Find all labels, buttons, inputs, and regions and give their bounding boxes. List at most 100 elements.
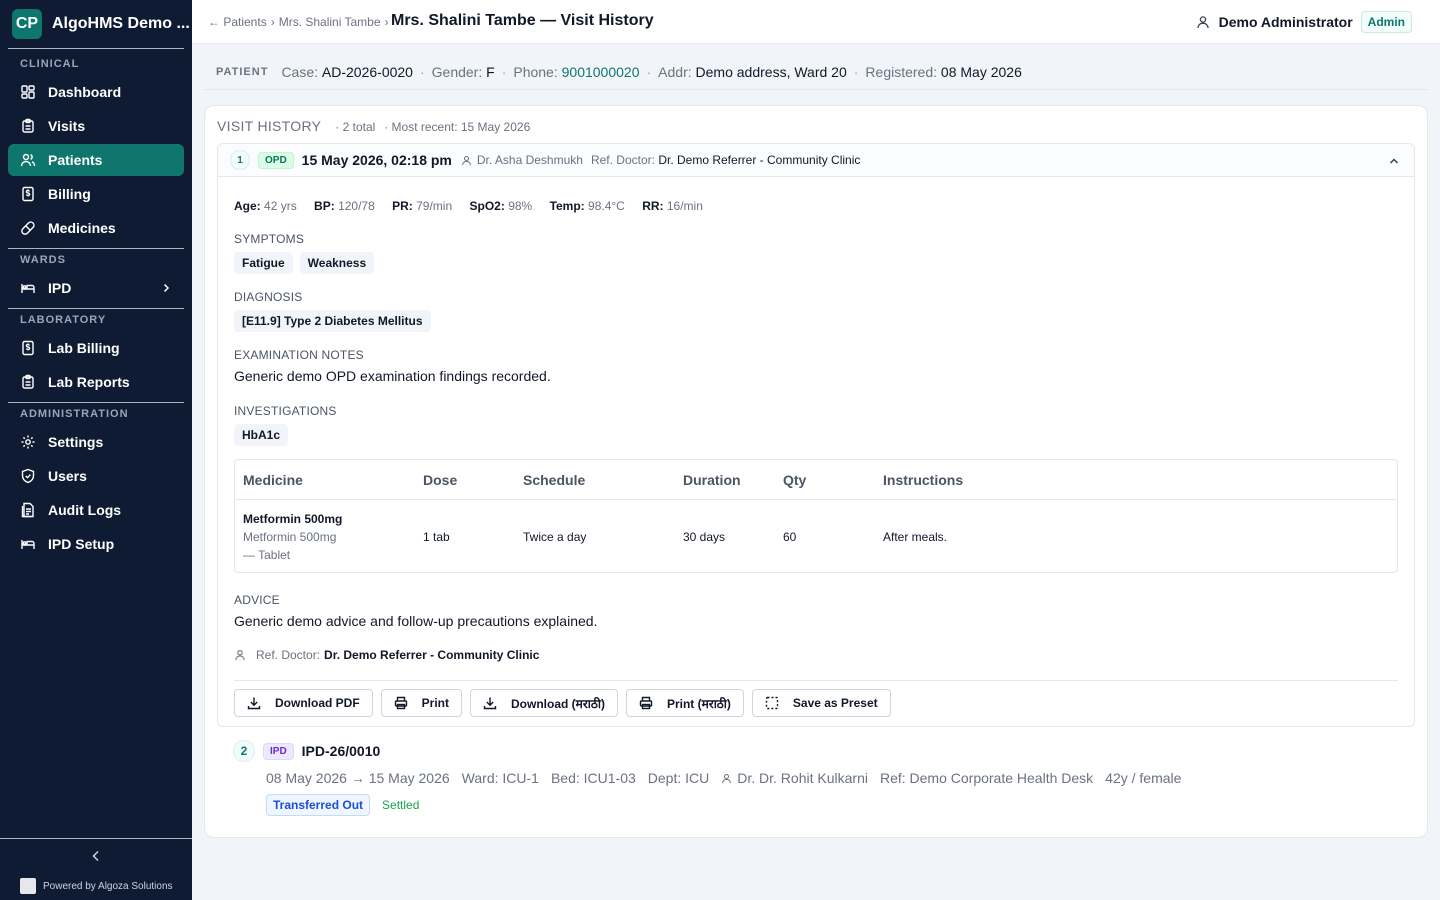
- sidebar-item-label: Dashboard: [48, 84, 122, 100]
- gear-icon: [21, 435, 35, 449]
- button-label: Download (मराठी): [511, 696, 605, 711]
- breadcrumb-back-link[interactable]: ← Patients: [208, 15, 267, 29]
- medicine-name: Metformin 500mg: [243, 512, 343, 526]
- medicine-schedule: Twice a day: [523, 530, 587, 544]
- receipt-icon: [22, 340, 34, 356]
- sidebar-item-billing[interactable]: Billing: [8, 178, 184, 210]
- advice-text: Generic demo advice and follow-up precau…: [234, 613, 598, 629]
- visit-index-badge: 2: [233, 740, 255, 762]
- col-schedule: Schedule: [523, 472, 586, 488]
- receipt-icon: [22, 186, 34, 202]
- user-icon: [235, 650, 245, 661]
- col-duration: Duration: [683, 472, 741, 488]
- top-header: ← Patients › Mrs. Shalini Tambe › Mrs. S…: [192, 0, 1440, 44]
- vital-temp-label: Temp:: [549, 199, 585, 213]
- vital-pr-label: PR:: [392, 199, 413, 213]
- ipd-bed: Bed: ICU1-03: [550, 770, 636, 786]
- sidebar-divider: [8, 308, 184, 309]
- chevron-right-icon: [163, 283, 170, 293]
- vital-bp-value: 120/78: [338, 199, 375, 213]
- sidebar-item-dashboard[interactable]: Dashboard: [8, 76, 184, 108]
- diagnosis-label: DIAGNOSIS: [234, 290, 303, 304]
- collapse-sidebar-icon[interactable]: [88, 848, 104, 864]
- clipboard-icon: [22, 118, 34, 133]
- visit-card-ipd[interactable]: 2 IPD IPD-26/0010 08 May 2026 → 15 May 2…: [233, 740, 1413, 820]
- download-marathi-button[interactable]: Download (मराठी): [470, 689, 618, 717]
- sidebar-divider: [8, 248, 184, 249]
- phone-link[interactable]: 9001000020: [562, 64, 640, 80]
- breadcrumb-separator: ›: [270, 15, 275, 29]
- gender-value: F: [486, 63, 495, 80]
- brand[interactable]: CP AlgoHMS Demo ...: [12, 9, 190, 39]
- sidebar-item-label: Settings: [48, 434, 104, 450]
- chevron-up-icon[interactable]: [1388, 155, 1400, 167]
- billing-status: Settled: [382, 798, 420, 812]
- brand-logo: CP: [12, 9, 42, 39]
- role-badge: Admin: [1360, 11, 1412, 33]
- ipd-ward: Ward: ICU-1: [461, 770, 539, 786]
- sidebar-item-patients[interactable]: Patients: [8, 144, 184, 176]
- status-badge: Transferred Out: [266, 794, 371, 816]
- visit-index-badge: 1: [230, 150, 250, 170]
- powered-by-text: Powered by Algoza Solutions: [43, 880, 173, 892]
- ipd-demographics: 42y / female: [1105, 770, 1182, 786]
- visit-card-header[interactable]: 1 OPD 15 May 2026, 02:18 pm Dr. Asha Des…: [218, 144, 1414, 177]
- pill-icon: [21, 221, 35, 235]
- bed-icon: [21, 540, 35, 549]
- download-icon: [483, 697, 497, 710]
- sidebar-item-lab-reports[interactable]: Lab Reports: [8, 366, 184, 398]
- ipd-dates: 08 May 2026 → 15 May 2026: [266, 770, 450, 786]
- phone-label: Phone:: [513, 63, 558, 80]
- visit-most-recent: · Most recent: 15 May 2026: [384, 120, 531, 134]
- printer-icon: [639, 696, 653, 710]
- user-menu[interactable]: Demo Administrator Admin: [1196, 11, 1412, 33]
- ipd-referrer: Ref: Demo Corporate Health Desk: [879, 770, 1094, 786]
- breadcrumb-patient-link[interactable]: Mrs. Shalini Tambe: [279, 15, 381, 29]
- print-marathi-button[interactable]: Print (मराठी): [625, 689, 744, 717]
- button-label: Save as Preset: [792, 696, 878, 710]
- save-preset-button[interactable]: Save as Preset: [751, 689, 891, 717]
- sidebar-item-label: Lab Reports: [48, 374, 130, 390]
- sidebar-item-label: Medicines: [48, 220, 116, 236]
- examination-notes: Generic demo OPD examination findings re…: [234, 368, 551, 384]
- sidebar-item-audit-logs[interactable]: Audit Logs: [8, 494, 184, 526]
- user-icon: [1196, 16, 1209, 29]
- sidebar-item-label: Lab Billing: [48, 340, 120, 356]
- sidebar-item-label: Visits: [48, 118, 86, 134]
- registered-label: Registered:: [865, 63, 938, 80]
- vital-age-value: 42 yrs: [264, 199, 297, 213]
- ref-doctor-footer: Ref. Doctor: Dr. Demo Referrer - Communi…: [234, 648, 539, 662]
- medicine-table-header: Medicine Dose Schedule Duration Qty Inst…: [235, 460, 1397, 500]
- clipboard-icon: [22, 374, 34, 389]
- diagnosis-chip: [E11.9] Type 2 Diabetes Mellitus: [234, 310, 431, 332]
- sidebar-item-ipd-setup[interactable]: IPD Setup: [8, 528, 184, 560]
- symptoms-label: SYMPTOMS: [234, 232, 305, 246]
- vital-rr-label: RR:: [642, 199, 664, 213]
- medicine-generic: Metformin 500mg: [243, 530, 337, 544]
- sidebar-item-visits[interactable]: Visits: [8, 110, 184, 142]
- vital-age-label: Age:: [234, 199, 261, 213]
- sidebar-item-users[interactable]: Users: [8, 460, 184, 492]
- user-name: Demo Administrator: [1218, 14, 1353, 30]
- sidebar-item-settings[interactable]: Settings: [8, 426, 184, 458]
- download-pdf-button[interactable]: Download PDF: [234, 689, 373, 717]
- sidebar-item-lab-billing[interactable]: Lab Billing: [8, 332, 184, 364]
- visit-history-header: VISIT HISTORY · 2 total · Most recent: 1…: [217, 118, 530, 136]
- col-qty: Qty: [783, 472, 807, 488]
- visit-type-badge: IPD: [263, 742, 294, 760]
- button-label: Download PDF: [275, 696, 360, 710]
- vital-pr-value: 79/min: [416, 199, 453, 213]
- investigation-chips: HbA1c: [234, 424, 295, 446]
- print-button[interactable]: Print: [380, 689, 463, 717]
- bed-icon: [21, 284, 35, 293]
- sidebar-item-medicines[interactable]: Medicines: [8, 212, 184, 244]
- separator: ·: [853, 63, 859, 80]
- sidebar-item-ipd[interactable]: IPD: [8, 272, 184, 304]
- users-icon: [20, 153, 36, 167]
- doctor-name: Dr. Asha Deshmukh: [476, 153, 583, 167]
- download-icon: [247, 697, 261, 710]
- separator: ·: [501, 63, 507, 80]
- sidebar-item-label: IPD: [48, 280, 72, 296]
- medicine-form: — Tablet: [243, 548, 291, 562]
- advice-label: ADVICE: [234, 593, 280, 607]
